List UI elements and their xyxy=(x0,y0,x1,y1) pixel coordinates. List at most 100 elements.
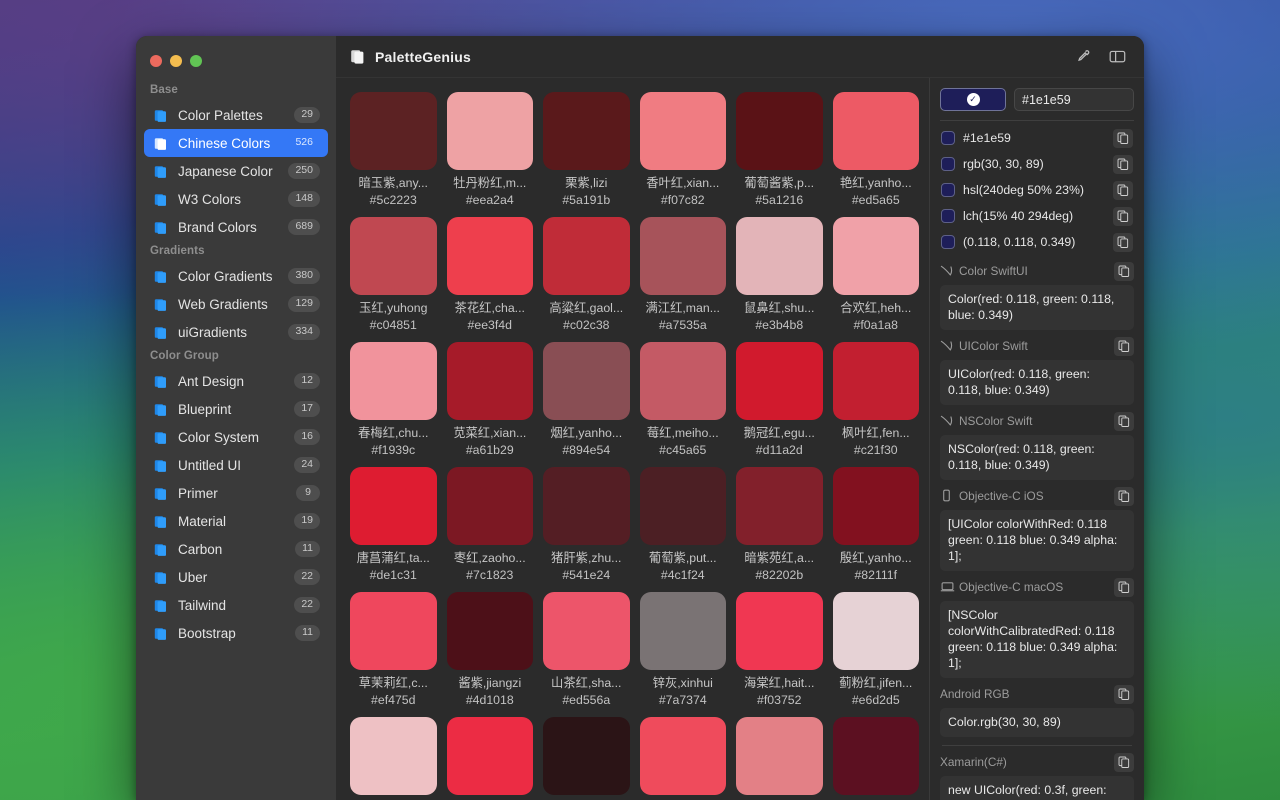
color-chip[interactable] xyxy=(447,217,534,295)
code-snippet[interactable]: NSColor(red: 0.118, green: 0.118, blue: … xyxy=(940,435,1134,480)
code-snippet[interactable]: new UIColor(red: 0.3f, green: 0.3f, blue… xyxy=(940,776,1134,800)
copy-icon[interactable] xyxy=(1114,578,1134,597)
swatch-cell[interactable]: 葡萄紫,put...#4c1f24 xyxy=(640,467,727,584)
sidebar-item-uigradients[interactable]: uiGradients334 xyxy=(144,318,328,346)
copy-icon[interactable] xyxy=(1114,685,1134,704)
color-format-row[interactable]: rgb(30, 30, 89) xyxy=(940,151,1134,177)
swatch-cell[interactable]: 高粱红,gaol...#c02c38 xyxy=(543,217,630,334)
color-chip[interactable] xyxy=(736,467,823,545)
swatch-cell[interactable]: 玉红,yuhong#c04851 xyxy=(350,217,437,334)
swatch-cell[interactable]: 酱紫,jiangzi#4d1018 xyxy=(447,592,534,709)
color-chip[interactable] xyxy=(543,467,630,545)
sidebar-item-uber[interactable]: Uber22 xyxy=(144,563,328,591)
swatch-cell[interactable]: 牡丹粉红,m...#eea2a4 xyxy=(447,92,534,209)
color-chip[interactable] xyxy=(350,342,437,420)
color-format-row[interactable]: #1e1e59 xyxy=(940,125,1134,151)
selected-color-swatch[interactable]: ✓ xyxy=(940,88,1006,111)
zoom-button[interactable] xyxy=(190,55,202,67)
code-snippet[interactable]: Color(red: 0.118, green: 0.118, blue: 0.… xyxy=(940,285,1134,330)
swatch-cell[interactable]: 烟红,yanho...#894e54 xyxy=(543,342,630,459)
eyedropper-icon[interactable] xyxy=(1070,45,1096,69)
swatch-cell[interactable]: 枫叶红,fen...#c21f30 xyxy=(833,342,920,459)
sidebar-item-ant-design[interactable]: Ant Design12 xyxy=(144,367,328,395)
sidebar-item-color-palettes[interactable]: Color Palettes29 xyxy=(144,101,328,129)
swatch-cell[interactable]: 鼠鼻红,shu...#e3b4b8 xyxy=(736,217,823,334)
color-chip[interactable] xyxy=(736,717,823,795)
color-chip[interactable] xyxy=(350,717,437,795)
minimize-button[interactable] xyxy=(170,55,182,67)
swatch-cell[interactable]: #ec2c44 xyxy=(447,717,534,800)
color-chip[interactable] xyxy=(640,592,727,670)
swatch-cell[interactable]: 满江红,man...#a7535a xyxy=(640,217,727,334)
swatch-cell[interactable]: 合欢红,heh...#f0a1a8 xyxy=(833,217,920,334)
color-chip[interactable] xyxy=(640,717,727,795)
swatch-cell[interactable]: 茶花红,cha...#ee3f4d xyxy=(447,217,534,334)
color-chip[interactable] xyxy=(640,92,727,170)
copy-icon[interactable] xyxy=(1114,753,1134,772)
color-chip[interactable] xyxy=(543,592,630,670)
swatch-cell[interactable]: 暗玉紫,any...#5c2223 xyxy=(350,92,437,209)
sidebar-item-brand-colors[interactable]: Brand Colors689 xyxy=(144,213,328,241)
copy-icon[interactable] xyxy=(1114,412,1134,431)
copy-icon[interactable] xyxy=(1113,207,1133,226)
code-snippet[interactable]: Color.rgb(30, 30, 89) xyxy=(940,708,1134,737)
color-chip[interactable] xyxy=(447,717,534,795)
color-chip[interactable] xyxy=(833,467,920,545)
swatch-cell[interactable]: #e38086 xyxy=(736,717,823,800)
color-chip[interactable] xyxy=(833,592,920,670)
copy-icon[interactable] xyxy=(1113,155,1133,174)
color-chip[interactable] xyxy=(833,92,920,170)
code-snippet[interactable]: [UIColor colorWithRed: 0.118 green: 0.11… xyxy=(940,510,1134,571)
color-chip[interactable] xyxy=(736,592,823,670)
swatch-cell[interactable]: 莓红,meiho...#c45a65 xyxy=(640,342,727,459)
color-chip[interactable] xyxy=(833,342,920,420)
color-chip[interactable] xyxy=(833,717,920,795)
color-chip[interactable] xyxy=(543,217,630,295)
color-chip[interactable] xyxy=(736,342,823,420)
color-chip[interactable] xyxy=(543,92,630,170)
color-chip[interactable] xyxy=(447,467,534,545)
sidebar-item-untitled-ui[interactable]: Untitled UI24 xyxy=(144,451,328,479)
swatch-cell[interactable]: 草茉莉红,c...#ef475d xyxy=(350,592,437,709)
color-format-row[interactable]: lch(15% 40 294deg) xyxy=(940,203,1134,229)
color-chip[interactable] xyxy=(350,467,437,545)
swatch-cell[interactable]: 栗紫,lizi#5a191b xyxy=(543,92,630,209)
color-chip[interactable] xyxy=(833,217,920,295)
copy-icon[interactable] xyxy=(1114,337,1134,356)
color-chip[interactable] xyxy=(640,217,727,295)
sidebar-item-web-gradients[interactable]: Web Gradients129 xyxy=(144,290,328,318)
swatch-cell[interactable]: 蓟粉红,jifen...#e6d2d5 xyxy=(833,592,920,709)
swatch-cell[interactable]: 艳红,yanho...#ed5a65 xyxy=(833,92,920,209)
code-snippet[interactable]: [NSColor colorWithCalibratedRed: 0.118 g… xyxy=(940,601,1134,678)
hex-input[interactable]: #1e1e59 xyxy=(1014,88,1134,111)
sidebar-item-bootstrap[interactable]: Bootstrap11 xyxy=(144,619,328,647)
color-chip[interactable] xyxy=(640,467,727,545)
copy-icon[interactable] xyxy=(1113,181,1133,200)
sidebar-item-material[interactable]: Material19 xyxy=(144,507,328,535)
color-chip[interactable] xyxy=(350,592,437,670)
swatch-cell[interactable]: 鹅冠红,egu...#d11a2d xyxy=(736,342,823,459)
copy-icon[interactable] xyxy=(1114,262,1134,281)
swatch-cell[interactable]: #5c1021 xyxy=(833,717,920,800)
swatch-cell[interactable]: 春梅红,chu...#f1939c xyxy=(350,342,437,459)
sidebar-item-w3-colors[interactable]: W3 Colors148 xyxy=(144,185,328,213)
swatch-cell[interactable]: 猪肝紫,zhu...#541e24 xyxy=(543,467,630,584)
sidebar-item-color-gradients[interactable]: Color Gradients380 xyxy=(144,262,328,290)
sidebar-toggle-icon[interactable] xyxy=(1104,45,1130,69)
swatch-cell[interactable]: #ef4b5c xyxy=(640,717,727,800)
color-chip[interactable] xyxy=(736,217,823,295)
color-chip[interactable] xyxy=(447,592,534,670)
sidebar-item-color-system[interactable]: Color System16 xyxy=(144,423,328,451)
swatch-cell[interactable]: 海棠红,hait...#f03752 xyxy=(736,592,823,709)
color-chip[interactable] xyxy=(447,92,534,170)
swatch-cell[interactable]: 殷红,yanho...#82111f xyxy=(833,467,920,584)
sidebar-item-chinese-colors[interactable]: Chinese Colors526 xyxy=(144,129,328,157)
color-chip[interactable] xyxy=(350,92,437,170)
copy-icon[interactable] xyxy=(1113,129,1133,148)
swatch-cell[interactable]: 苋菜红,xian...#a61b29 xyxy=(447,342,534,459)
code-snippet[interactable]: UIColor(red: 0.118, green: 0.118, blue: … xyxy=(940,360,1134,405)
copy-icon[interactable] xyxy=(1114,487,1134,506)
color-chip[interactable] xyxy=(640,342,727,420)
swatch-cell[interactable]: 葡萄酱紫,p...#5a1216 xyxy=(736,92,823,209)
swatch-cell[interactable]: 山茶红,sha...#ed556a xyxy=(543,592,630,709)
